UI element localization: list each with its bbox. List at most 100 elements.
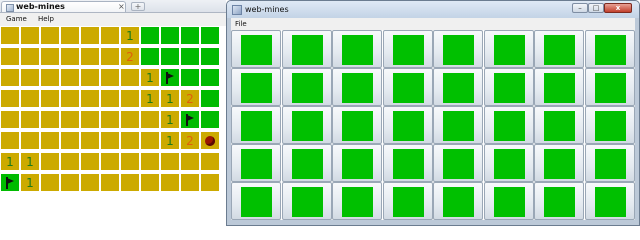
hidden-cell[interactable] — [101, 153, 119, 170]
grid-button[interactable] — [433, 106, 483, 144]
hidden-cell[interactable] — [161, 174, 179, 191]
grid-button[interactable] — [483, 182, 534, 220]
grid-button[interactable] — [231, 182, 281, 220]
grid-button[interactable] — [483, 106, 534, 144]
hidden-cell[interactable] — [21, 48, 39, 65]
title-bar[interactable]: web-mines – □ x — [227, 1, 639, 18]
maximize-button[interactable]: □ — [588, 3, 604, 13]
hidden-cell[interactable] — [81, 132, 99, 149]
number-cell[interactable]: 1 — [21, 153, 39, 170]
number-cell[interactable]: 1 — [141, 69, 159, 86]
hidden-cell[interactable] — [201, 174, 219, 191]
number-cell[interactable]: 1 — [21, 174, 39, 191]
grid-button[interactable] — [332, 144, 382, 182]
hidden-cell[interactable] — [141, 132, 159, 149]
number-cell[interactable]: 1 — [141, 90, 159, 107]
flagged-cell[interactable] — [1, 174, 19, 191]
hidden-cell[interactable] — [181, 174, 199, 191]
hidden-cell[interactable] — [21, 90, 39, 107]
grid-button[interactable] — [281, 144, 332, 182]
grid-button[interactable] — [281, 106, 332, 144]
hidden-cell[interactable] — [101, 90, 119, 107]
grid-button[interactable] — [483, 30, 534, 68]
close-button[interactable]: x — [604, 3, 632, 13]
mine-cell[interactable] — [201, 132, 219, 149]
grid-button[interactable] — [231, 30, 281, 68]
hidden-cell[interactable] — [41, 174, 59, 191]
hidden-cell[interactable] — [61, 174, 79, 191]
hidden-cell[interactable] — [81, 27, 99, 44]
hidden-cell[interactable] — [101, 48, 119, 65]
grid-button[interactable] — [281, 182, 332, 220]
grid-button[interactable] — [584, 106, 635, 144]
number-cell[interactable]: 2 — [181, 90, 199, 107]
open-cell[interactable] — [201, 69, 219, 86]
hidden-cell[interactable] — [41, 111, 59, 128]
grid-button[interactable] — [483, 68, 534, 106]
grid-button[interactable] — [382, 182, 433, 220]
number-cell[interactable]: 2 — [121, 48, 139, 65]
grid-button[interactable] — [332, 30, 382, 68]
hidden-cell[interactable] — [81, 153, 99, 170]
grid-button[interactable] — [584, 182, 635, 220]
number-cell[interactable]: 1 — [161, 111, 179, 128]
hidden-cell[interactable] — [121, 69, 139, 86]
number-cell[interactable]: 1 — [1, 153, 19, 170]
hidden-cell[interactable] — [101, 132, 119, 149]
grid-button[interactable] — [584, 30, 635, 68]
grid-button[interactable] — [433, 30, 483, 68]
grid-button[interactable] — [382, 30, 433, 68]
grid-button[interactable] — [584, 68, 635, 106]
hidden-cell[interactable] — [201, 153, 219, 170]
open-cell[interactable] — [201, 27, 219, 44]
number-cell[interactable]: 1 — [161, 90, 179, 107]
grid-button[interactable] — [332, 106, 382, 144]
grid-button[interactable] — [332, 182, 382, 220]
number-cell[interactable]: 2 — [181, 132, 199, 149]
grid-button[interactable] — [483, 144, 534, 182]
menu-game[interactable]: Game — [6, 15, 27, 23]
grid-button[interactable] — [433, 68, 483, 106]
hidden-cell[interactable] — [121, 132, 139, 149]
grid-button[interactable] — [433, 182, 483, 220]
open-cell[interactable] — [161, 48, 179, 65]
hidden-cell[interactable] — [101, 27, 119, 44]
hidden-cell[interactable] — [41, 27, 59, 44]
hidden-cell[interactable] — [1, 69, 19, 86]
open-cell[interactable] — [181, 27, 199, 44]
hidden-cell[interactable] — [81, 48, 99, 65]
open-cell[interactable] — [201, 111, 219, 128]
open-cell[interactable] — [141, 27, 159, 44]
hidden-cell[interactable] — [101, 69, 119, 86]
grid-button[interactable] — [231, 106, 281, 144]
hidden-cell[interactable] — [41, 48, 59, 65]
hidden-cell[interactable] — [61, 48, 79, 65]
grid-button[interactable] — [534, 182, 584, 220]
grid-button[interactable] — [534, 144, 584, 182]
hidden-cell[interactable] — [1, 48, 19, 65]
hidden-cell[interactable] — [141, 153, 159, 170]
grid-button[interactable] — [382, 144, 433, 182]
hidden-cell[interactable] — [61, 69, 79, 86]
hidden-cell[interactable] — [61, 132, 79, 149]
hidden-cell[interactable] — [21, 132, 39, 149]
hidden-cell[interactable] — [1, 132, 19, 149]
open-cell[interactable] — [181, 48, 199, 65]
tab-web-mines[interactable]: web-mines × — [1, 1, 126, 12]
hidden-cell[interactable] — [41, 153, 59, 170]
menu-help[interactable]: Help — [38, 15, 54, 23]
hidden-cell[interactable] — [141, 111, 159, 128]
hidden-cell[interactable] — [81, 111, 99, 128]
grid-button[interactable] — [534, 106, 584, 144]
grid-button[interactable] — [231, 68, 281, 106]
hidden-cell[interactable] — [101, 111, 119, 128]
hidden-cell[interactable] — [61, 90, 79, 107]
hidden-cell[interactable] — [161, 153, 179, 170]
hidden-cell[interactable] — [41, 132, 59, 149]
hidden-cell[interactable] — [121, 111, 139, 128]
number-cell[interactable]: 1 — [161, 132, 179, 149]
open-cell[interactable] — [161, 27, 179, 44]
number-cell[interactable]: 1 — [121, 27, 139, 44]
grid-button[interactable] — [534, 68, 584, 106]
hidden-cell[interactable] — [101, 174, 119, 191]
